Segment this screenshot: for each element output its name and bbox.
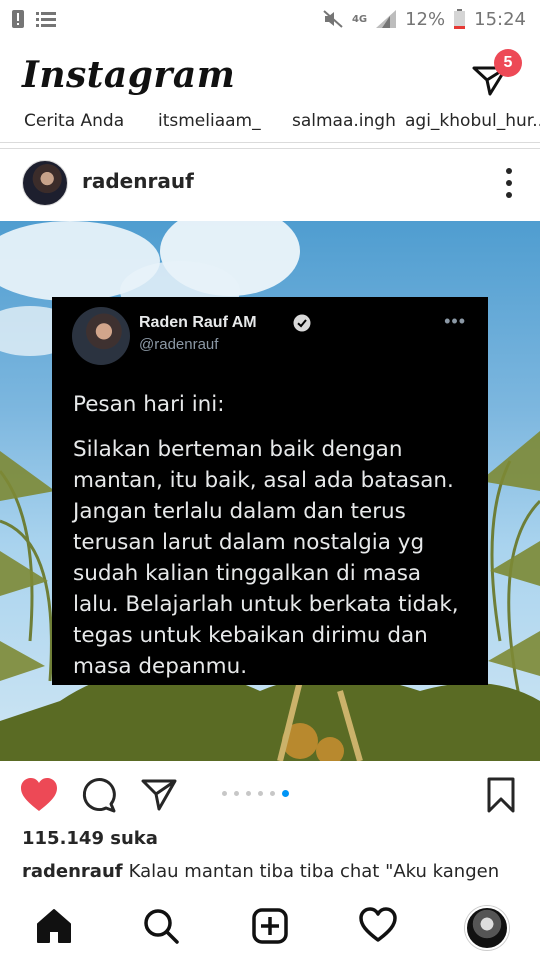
caption-text: Kalau mantan tiba tiba chat "Aku kangen <box>128 861 500 882</box>
likes-count[interactable]: 115.149 suka <box>22 828 158 849</box>
battery-icon <box>454 9 466 29</box>
profile-avatar-icon[interactable] <box>465 906 509 950</box>
mute-icon <box>323 10 343 28</box>
tweet-text: Pesan hari ini: Silakan berteman baik de… <box>73 389 473 696</box>
post-actions <box>0 762 540 828</box>
alert-icon <box>12 10 24 28</box>
dm-badge: 5 <box>494 49 522 77</box>
share-icon[interactable] <box>141 778 177 812</box>
verified-badge-icon <box>293 314 311 332</box>
carousel-dot <box>270 791 275 796</box>
app-header: Instagram 5 <box>0 38 540 118</box>
status-right: 4G 12% 15:24 <box>323 9 540 30</box>
story-label[interactable]: salmaa.ingh <box>292 112 396 131</box>
story-label[interactable]: Cerita Anda <box>24 112 124 131</box>
post-username[interactable]: radenrauf <box>82 169 194 193</box>
carousel-dot <box>282 790 289 797</box>
activity-heart-icon[interactable] <box>358 906 398 946</box>
tweet-more-icon: ••• <box>444 311 466 331</box>
bottom-navigation <box>0 892 540 960</box>
home-icon[interactable] <box>34 906 74 946</box>
post-image[interactable]: Raden Rauf AM @radenrauf ••• Pesan hari … <box>0 221 540 761</box>
menu-list-icon <box>36 12 56 27</box>
post-header: radenrauf <box>0 148 540 222</box>
caption-username[interactable]: radenrauf <box>22 861 123 882</box>
story-label[interactable]: itsmeliaam_ <box>158 112 261 131</box>
tweet-card: Raden Rauf AM @radenrauf ••• Pesan hari … <box>52 297 488 685</box>
instagram-logo[interactable]: Instagram <box>22 54 235 96</box>
network-4g-icon: 4G <box>351 13 368 25</box>
tweet-body: Silakan berteman baik dengan mantan, itu… <box>73 437 459 679</box>
tweet-author-name: Raden Rauf AM <box>139 314 257 331</box>
carousel-dot <box>246 791 251 796</box>
bookmark-icon[interactable] <box>486 777 516 813</box>
add-post-icon[interactable] <box>250 906 290 946</box>
comment-icon[interactable] <box>81 777 117 813</box>
time: 15:24 <box>474 8 526 30</box>
avatar[interactable] <box>22 160 68 206</box>
tweet-avatar <box>72 307 130 365</box>
search-icon[interactable] <box>141 906 181 946</box>
carousel-dot <box>258 791 263 796</box>
tweet-heading: Pesan hari ini: <box>73 392 225 417</box>
post-caption: radenrauf Kalau mantan tiba tiba chat "Ak… <box>22 858 522 888</box>
tweet-handle: @radenrauf <box>139 336 219 353</box>
carousel-dot <box>222 791 227 796</box>
signal-icon <box>376 10 397 28</box>
carousel-indicator <box>222 790 289 797</box>
story-label[interactable]: agi_khobul_hur... <box>405 112 540 131</box>
more-options-icon[interactable] <box>504 166 514 200</box>
battery-percent: 12% <box>405 8 446 30</box>
carousel-dot <box>234 791 239 796</box>
heart-filled-icon[interactable] <box>20 777 58 813</box>
status-bar: 4G 12% 15:24 <box>0 0 540 38</box>
stories-strip[interactable]: Cerita Anda itsmeliaam_ salmaa.ingh agi_… <box>0 112 540 143</box>
status-left <box>0 10 56 28</box>
